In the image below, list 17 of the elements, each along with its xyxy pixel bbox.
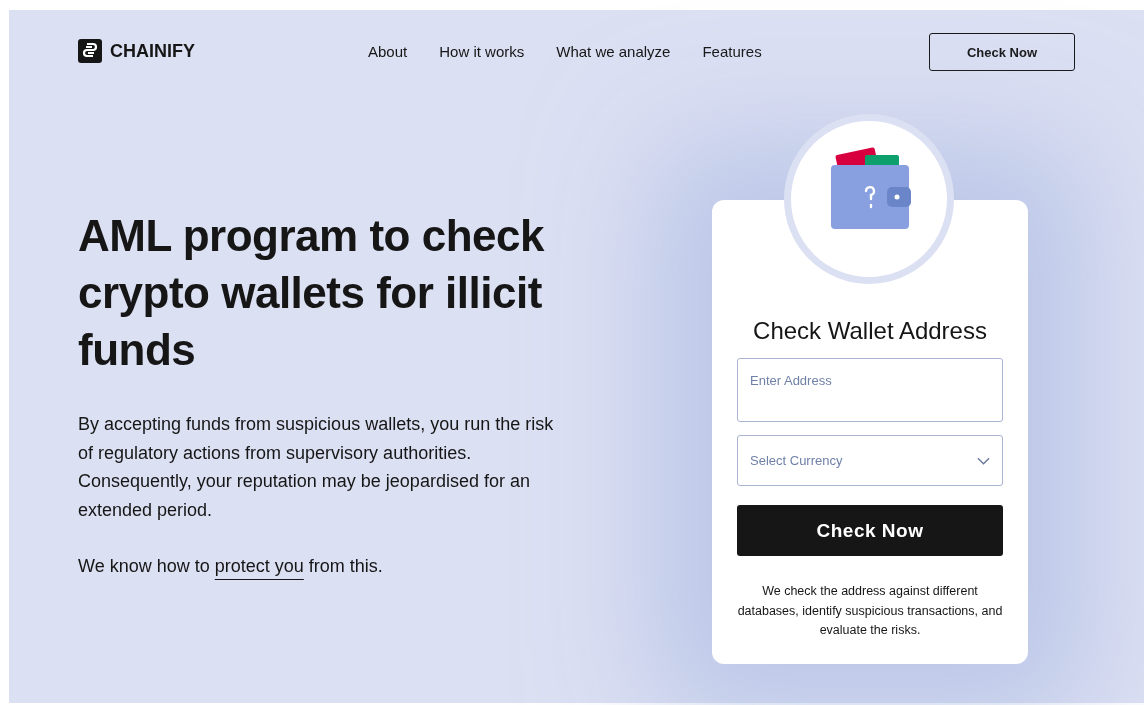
card-note: We check the address against different databases, identify suspicious transactions, and evaluate the risks. bbox=[737, 583, 1003, 639]
currency-select[interactable]: Select Currency bbox=[737, 435, 1003, 486]
nav-link[interactable]: What we analyze bbox=[556, 42, 671, 60]
nav-link[interactable]: Features bbox=[702, 42, 762, 60]
check-now-button[interactable]: Check Now bbox=[929, 33, 1075, 71]
nav-link[interactable]: How it works bbox=[439, 42, 525, 60]
chevron-down-icon bbox=[977, 456, 990, 465]
hero-paragraph: By accepting funds from suspicious wallets, you run the risk of regulatory actions from supervisory authorities. Consequently, your reputation may be jeopardised for an extended period. bbox=[78, 413, 555, 522]
brand-name[interactable]: CHAINIFY bbox=[110, 40, 195, 62]
address-input-field[interactable]: Enter Address bbox=[737, 358, 1003, 422]
protect-you-link[interactable]: protect you bbox=[214, 556, 304, 576]
chain-link-logo-icon bbox=[78, 39, 102, 63]
card-title: Check Wallet Address bbox=[752, 317, 988, 345]
check-now-button[interactable]: Check Now bbox=[737, 505, 1003, 556]
nav-link[interactable]: About bbox=[368, 42, 408, 60]
tagline: We know how to protect you from this. bbox=[78, 555, 384, 578]
hero-heading: AML program to check crypto wallets for illicit funds bbox=[78, 210, 546, 376]
